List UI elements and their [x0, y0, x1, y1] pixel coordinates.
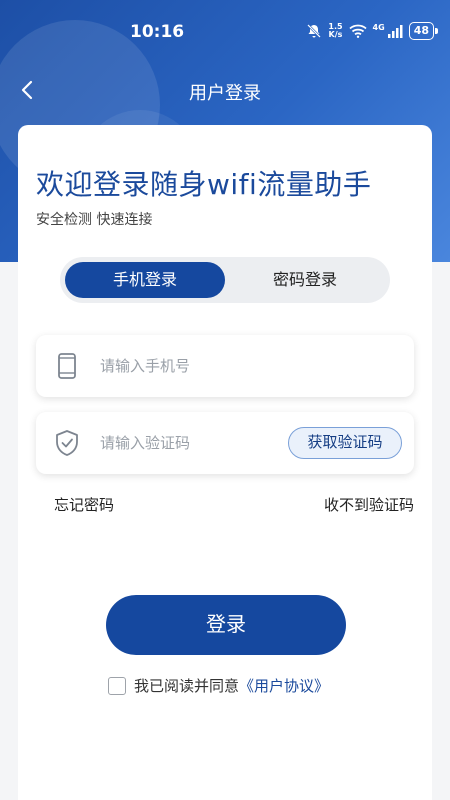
- network-type: 4G: [372, 22, 385, 32]
- tab-phone-login[interactable]: 手机登录: [65, 262, 225, 298]
- app-header: 用户登录: [0, 70, 450, 110]
- get-code-button[interactable]: 获取验证码: [288, 427, 402, 459]
- welcome-title: 欢迎登录随身wifi流量助手: [36, 168, 372, 201]
- phone-input[interactable]: [100, 353, 320, 379]
- welcome-subtitle: 安全检测 快速连接: [36, 212, 153, 228]
- no-code-link[interactable]: 收不到验证码: [324, 494, 414, 515]
- verification-code-input[interactable]: [100, 430, 280, 456]
- signal-icon: [387, 25, 403, 38]
- code-input-container: 获取验证码: [36, 412, 414, 474]
- forgot-password-link[interactable]: 忘记密码: [54, 494, 114, 515]
- mute-icon: [307, 24, 322, 38]
- login-card: 欢迎登录随身wifi流量助手 安全检测 快速连接 手机登录 密码登录 获取验证码…: [18, 125, 432, 800]
- login-button[interactable]: 登录: [106, 595, 346, 655]
- user-agreement-link[interactable]: 《用户协议》: [239, 675, 329, 696]
- net-speed-unit: K/s: [328, 30, 343, 39]
- wifi-icon: [348, 24, 367, 38]
- status-icons: 1.5 K/s 4G 48: [306, 22, 439, 40]
- agreement-checkbox[interactable]: [108, 676, 126, 695]
- net-speed: 1.5 K/s: [328, 23, 342, 39]
- agreement-row: 我已阅读并同意 《用户协议》: [108, 675, 329, 696]
- battery-icon: 48: [408, 22, 439, 40]
- shield-check-icon: [56, 430, 78, 456]
- phone-input-container: [36, 335, 414, 397]
- page-title: 用户登录: [189, 83, 261, 104]
- status-bar: 10:16 1.5 K/s 4G 48: [0, 0, 450, 64]
- phone-icon: [58, 353, 76, 379]
- tab-password-login[interactable]: 密码登录: [225, 262, 385, 298]
- status-time: 10:16: [130, 22, 185, 42]
- login-mode-tabs: 手机登录 密码登录: [60, 257, 390, 303]
- agreement-text: 我已阅读并同意: [134, 677, 240, 695]
